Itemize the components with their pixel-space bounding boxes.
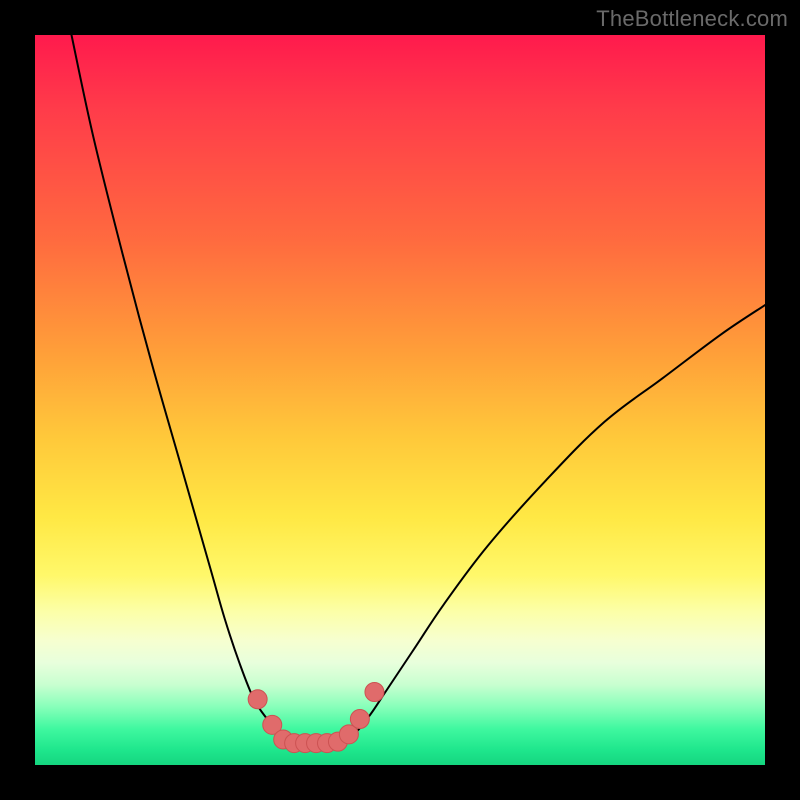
curve-left-curve — [72, 35, 291, 743]
watermark-text: TheBottleneck.com — [596, 6, 788, 32]
data-marker — [248, 690, 267, 709]
curve-group — [72, 35, 766, 743]
data-marker — [350, 710, 369, 729]
plot-area — [35, 35, 765, 765]
marker-group — [248, 683, 384, 753]
data-marker — [365, 683, 384, 702]
curve-right-curve — [342, 305, 765, 743]
chart-svg — [35, 35, 765, 765]
frame: TheBottleneck.com — [0, 0, 800, 800]
